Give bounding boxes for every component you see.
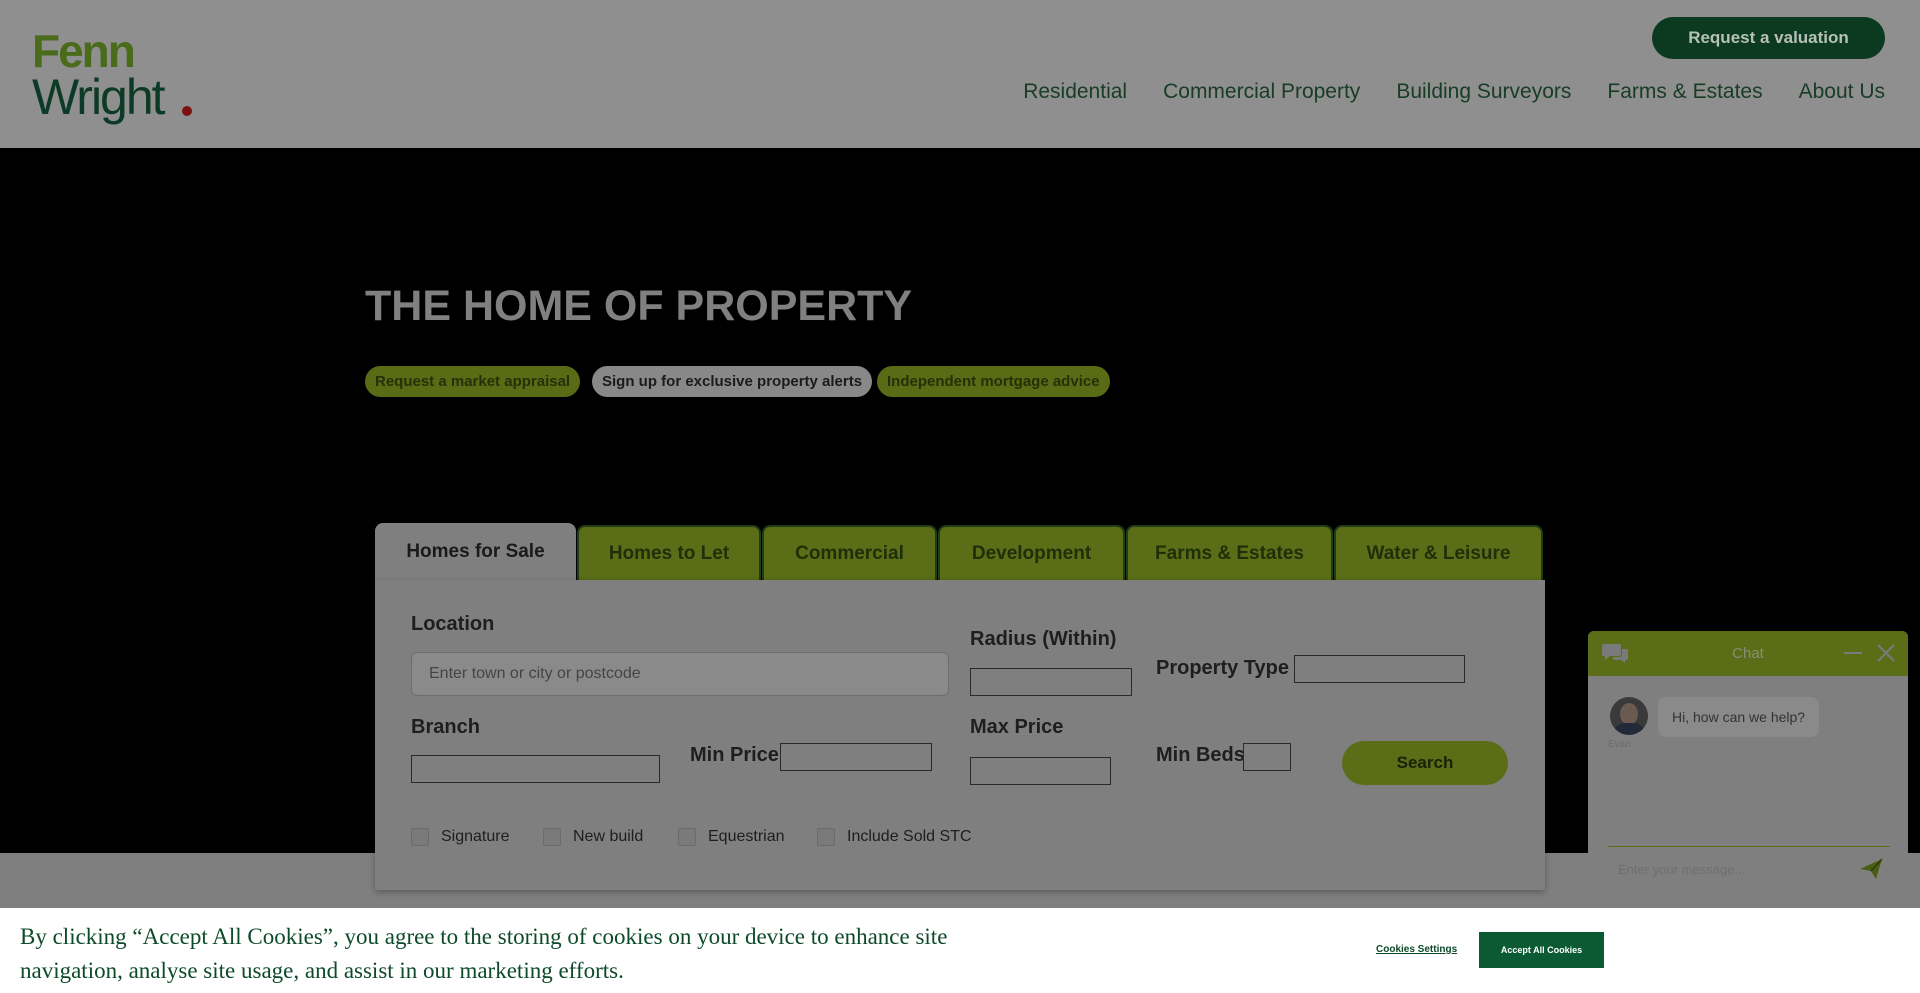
new-build-checkbox[interactable]: New build [543,828,643,846]
include-sold-stc-checkbox[interactable]: Include Sold STC [817,828,972,846]
min-price-label: Min Price [690,744,779,766]
checkbox-box[interactable] [411,828,429,846]
agent-name: Evan [1608,739,1631,750]
nav-item-about-us[interactable]: About Us [1799,80,1885,104]
cookie-consent-text: By clicking “Accept All Cookies”, you ag… [20,924,948,983]
property-type-label: Property Type [1156,657,1289,679]
tab-homes-to-let[interactable]: Homes to Let [577,525,761,581]
branch-select[interactable] [411,755,660,783]
radius-select[interactable] [970,668,1132,696]
chat-bubbles-icon [1601,641,1629,665]
logo-text-fenn: Fenn [32,25,136,77]
nav-item-farms-estates[interactable]: Farms & Estates [1607,80,1762,104]
market-appraisal-link[interactable]: Request a market appraisal [365,366,581,397]
nav-item-residential[interactable]: Residential [1023,80,1127,104]
tab-water-leisure[interactable]: Water & Leisure [1334,525,1543,581]
min-beds-select[interactable] [1243,743,1291,771]
nav-item-building-surveyors[interactable]: Building Surveyors [1396,80,1571,104]
signature-checkbox[interactable]: Signature [411,828,510,846]
cookie-banner: By clicking “Accept All Cookies”, you ag… [0,908,1920,993]
checkbox-box[interactable] [678,828,696,846]
tab-commercial[interactable]: Commercial [762,525,937,581]
location-input[interactable]: Enter town or city or postcode [411,652,949,696]
max-price-label: Max Price [970,716,1064,738]
tab-farms-estates[interactable]: Farms & Estates [1126,525,1333,581]
property-type-select[interactable] [1294,655,1465,683]
main-nav: Residential Commercial Property Building… [1023,80,1885,104]
chat-message-input[interactable]: Enter your message... [1608,846,1890,892]
radius-label: Radius (Within) [970,628,1117,650]
location-label: Location [411,613,495,635]
logo-text-wright: Wright [32,69,166,125]
checkbox-label: Equestrian [708,828,785,845]
checkbox-box[interactable] [817,828,835,846]
close-icon[interactable] [1875,642,1897,664]
search-button[interactable]: Search [1342,741,1508,785]
tab-homes-for-sale[interactable]: Homes for Sale [375,523,576,581]
property-search-panel: Location Enter town or city or postcode … [375,580,1545,890]
checkbox-label: Signature [441,828,510,845]
hero-title: THE HOME OF PROPERTY [365,282,913,330]
equestrian-checkbox[interactable]: Equestrian [678,828,785,846]
request-valuation-button[interactable]: Request a valuation [1652,17,1885,59]
mortgage-advice-link[interactable]: Independent mortgage advice [877,366,1110,397]
fenn-wright-logo[interactable]: Fenn Wright [32,28,202,128]
site-header: Fenn Wright Request a valuation Resident… [0,0,1920,148]
chat-widget: Chat Evan Hi, how can we help? Enter you… [1588,631,1908,908]
nav-item-commercial-property[interactable]: Commercial Property [1163,80,1360,104]
max-price-select[interactable] [970,757,1111,785]
checkbox-box[interactable] [543,828,561,846]
checkbox-label: Include Sold STC [847,828,972,845]
accept-all-cookies-button[interactable]: Accept All Cookies [1479,932,1604,968]
min-beds-label: Min Beds [1156,744,1245,766]
logo-mark-icon [182,106,192,116]
property-alerts-link[interactable]: Sign up for exclusive property alerts [592,366,873,397]
cookies-settings-link[interactable]: Cookies Settings [1376,944,1457,955]
checkbox-label: New build [573,828,644,845]
chat-message-bubble: Hi, how can we help? [1658,697,1820,737]
branch-label: Branch [411,716,480,738]
min-price-select[interactable] [780,743,932,771]
tab-development[interactable]: Development [938,525,1125,581]
send-icon[interactable] [1858,856,1884,882]
agent-avatar [1610,697,1648,735]
minimize-icon[interactable] [1844,652,1862,654]
